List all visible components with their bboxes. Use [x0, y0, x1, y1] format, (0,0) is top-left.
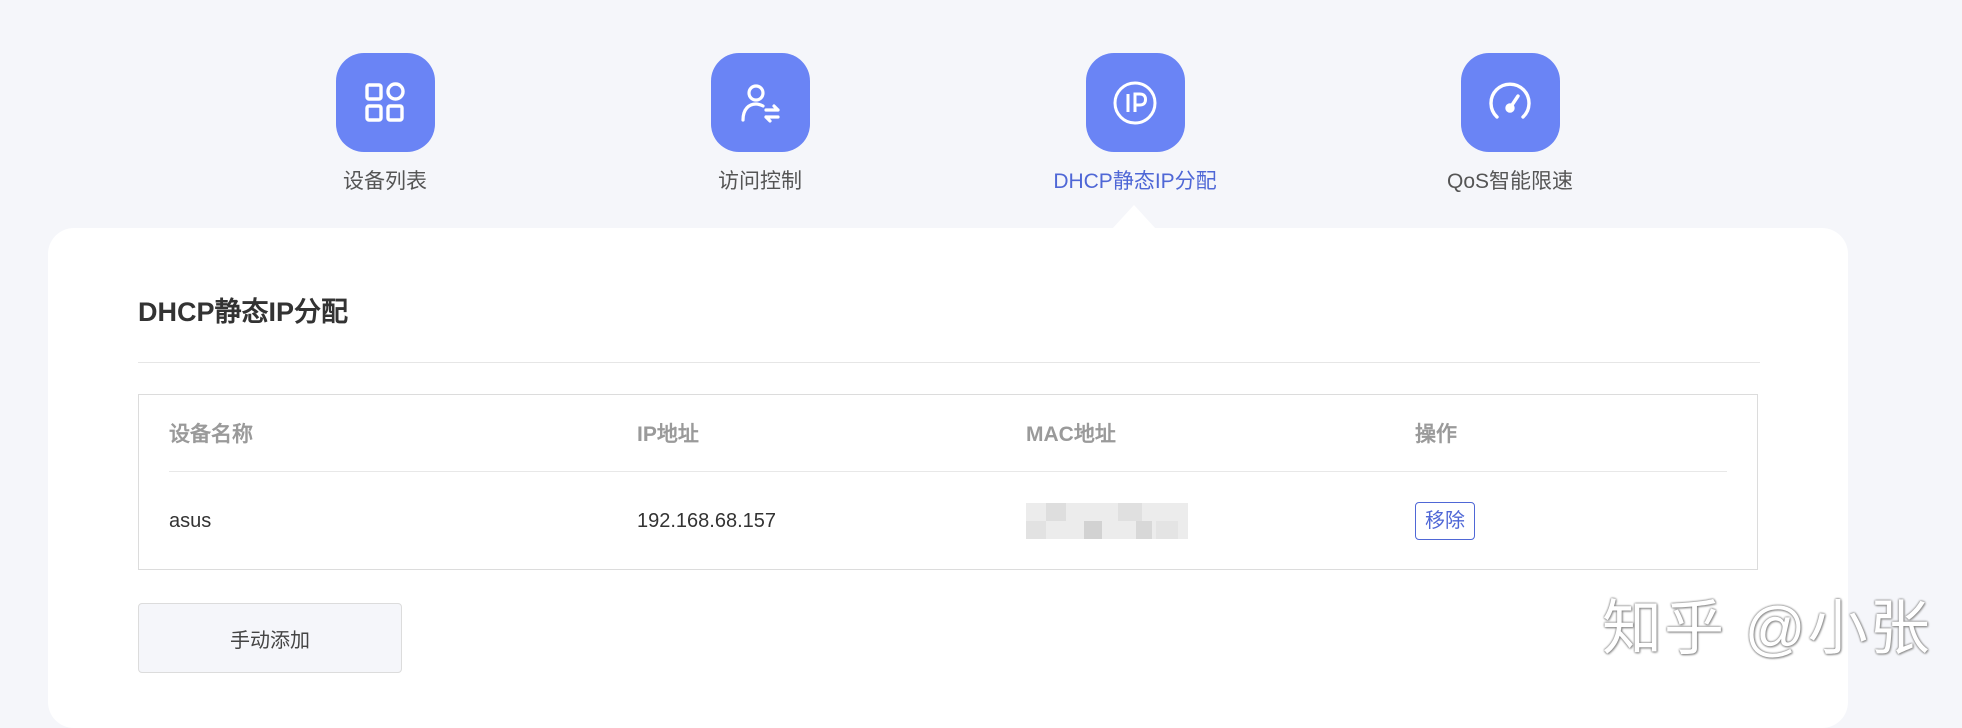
header-action: 操作	[1415, 423, 1457, 446]
device-name-cell: asus	[169, 509, 212, 532]
header-ip-address: IP地址	[637, 423, 699, 446]
tab-dhcp-static-ip[interactable]: DHCP静态IP分配	[1015, 53, 1255, 197]
mac-address-redacted	[1026, 503, 1188, 539]
content-card: DHCP静态IP分配 设备名称 IP地址 MAC地址 操作 asus 192.1…	[48, 228, 1848, 728]
tab-access-control[interactable]: 访问控制	[640, 53, 880, 197]
page-title: DHCP静态IP分配	[138, 297, 349, 327]
feature-tabs: 设备列表 访问控制 DHCP静态IP分配 QoS智能限速	[0, 0, 1962, 230]
tab-qos-speed-limit[interactable]: QoS智能限速	[1390, 53, 1630, 197]
ip-address-cell: 192.168.68.157	[637, 509, 777, 532]
tab-label: DHCP静态IP分配	[1053, 170, 1217, 193]
ip-icon	[1085, 53, 1185, 152]
tab-label: 访问控制	[718, 170, 802, 193]
tab-label: 设备列表	[343, 170, 427, 193]
table-header: 设备名称 IP地址 MAC地址 操作	[169, 395, 1727, 472]
manual-add-button[interactable]: 手动添加	[138, 603, 402, 673]
static-ip-table: 设备名称 IP地址 MAC地址 操作 asus 192.168.68.157 移…	[138, 394, 1758, 570]
divider	[138, 362, 1760, 363]
grid-icon	[335, 53, 435, 152]
action-cell: 移除	[1415, 471, 1475, 571]
header-mac-address: MAC地址	[1026, 423, 1116, 446]
user-swap-icon	[710, 53, 810, 152]
tab-device-list[interactable]: 设备列表	[265, 53, 505, 197]
watermark: 知乎 @小张	[1602, 595, 1932, 662]
active-tab-pointer	[1112, 205, 1156, 229]
tab-label: QoS智能限速	[1446, 170, 1574, 193]
mac-address-cell	[1026, 471, 1188, 571]
header-device-name: 设备名称	[169, 423, 253, 446]
speedometer-icon	[1460, 53, 1560, 152]
remove-button[interactable]: 移除	[1415, 502, 1475, 540]
table-row: asus 192.168.68.157 移除	[169, 471, 1727, 571]
